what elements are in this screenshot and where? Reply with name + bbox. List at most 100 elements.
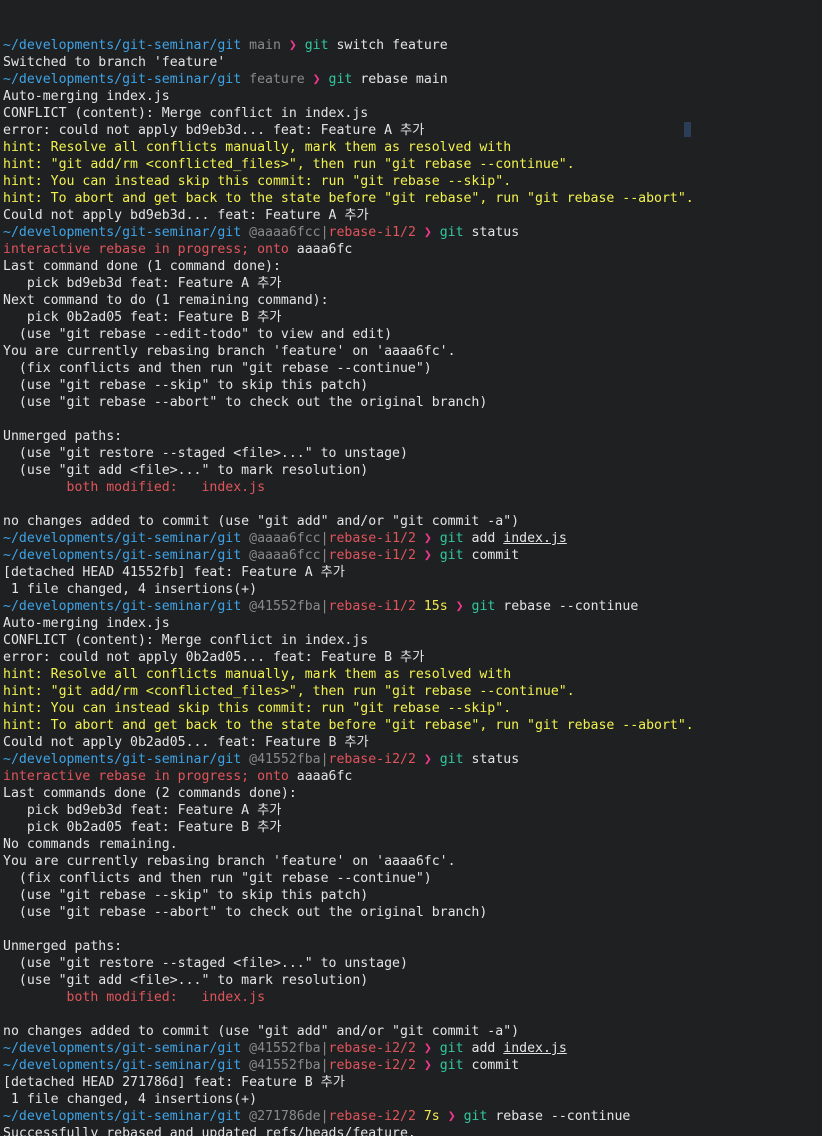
terminal-line: hint: To abort and get back to the state… [3,190,822,207]
terminal-text-segment: hint: "git add/rm <conflicted_files>", t… [3,157,575,172]
terminal-text-segment: | [320,548,329,563]
terminal-text-segment: rebase-i2/2 [328,752,416,767]
terminal-text-segment: ~/developments/git-seminar/git [3,72,242,87]
terminal-text-segment: Switched to branch 'feature' [3,55,226,70]
terminal-text-segment: feature [241,72,313,87]
terminal-text-segment: rebase-i1/2 [328,531,416,546]
terminal-text-segment: rebase-i2/2 [328,1058,416,1073]
terminal-line: You are currently rebasing branch 'featu… [3,343,822,360]
terminal-text-segment: @271786de [241,1109,321,1124]
terminal-line: (fix conflicts and then run "git rebase … [3,360,822,377]
terminal-line: [detached HEAD 41552fb] feat: Feature A … [3,564,822,581]
terminal-line: pick bd9eb3d feat: Feature A 추가 [3,275,822,292]
terminal-text-segment: (use "git add <file>..." to mark resolut… [3,973,369,988]
terminal-text-segment: 7s [423,1109,440,1124]
terminal-line: (use "git add <file>..." to mark resolut… [3,462,822,479]
terminal-text-segment: | [320,531,329,546]
terminal-text-segment: | [320,225,329,240]
terminal-text-segment: hint: You can instead skip this commit: … [3,701,512,716]
terminal-text-segment: @41552fba [241,599,321,614]
terminal-line: ~/developments/git-seminar/git @41552fba… [3,751,822,768]
terminal-line: You are currently rebasing branch 'featu… [3,853,822,870]
terminal-text-segment: (fix conflicts and then run "git rebase … [3,871,432,886]
terminal-line: Auto-merging index.js [3,88,822,105]
terminal-text-segment: commit [463,1058,520,1073]
terminal-text-segment: CONFLICT (content): Merge conflict in in… [3,106,369,121]
terminal-text-segment: aaaa6fc [288,769,353,784]
terminal-text-segment: ❯ [423,548,432,563]
terminal-text-segment: pick bd9eb3d feat: Feature A 추가 [3,276,282,291]
terminal-text-segment: ~/developments/git-seminar/git [3,599,242,614]
terminal-text-segment: commit [463,548,520,563]
terminal-line: (use "git restore --staged <file>..." to… [3,445,822,462]
terminal-text-segment: (use "git restore --staged <file>..." to… [3,956,408,971]
terminal-text-segment: rebase-i2/2 [328,1041,416,1056]
terminal-text-segment: rebase --continue [495,599,639,614]
terminal-text-segment: Could not apply bd9eb3d... feat: Feature… [3,208,369,223]
terminal-text-segment: hint: "git add/rm <conflicted_files>", t… [3,684,575,699]
terminal-line: (use "git rebase --abort" to check out t… [3,394,822,411]
terminal-line: pick 0b2ad05 feat: Feature B 추가 [3,309,822,326]
terminal-text-segment: git [455,1109,488,1124]
terminal-text-segment: ❯ [288,38,297,53]
terminal-text-segment: index.js [503,1041,567,1056]
terminal-line: Last commands done (2 commands done): [3,785,822,802]
terminal-text-segment: ❯ [423,531,432,546]
terminal-text-segment: (use "git rebase --skip" to skip this pa… [3,378,369,393]
terminal-text-segment: @41552fba [241,752,321,767]
terminal-text-segment: Could not apply 0b2ad05... feat: Feature… [3,735,369,750]
terminal-text-segment: switch feature [328,38,448,53]
terminal-line: No commands remaining. [3,836,822,853]
terminal-text-segment: [detached HEAD 41552fb] feat: Feature A … [3,565,345,580]
terminal-line: Successfully rebased and updated refs/he… [3,1125,822,1136]
terminal-line: Unmerged paths: [3,938,822,955]
terminal-text-segment: Last commands done (2 commands done): [3,786,297,801]
terminal-text-segment: both modified: index.js [3,480,266,495]
terminal-line: ~/developments/git-seminar/git @41552fba… [3,1040,822,1057]
terminal-text-segment: status [463,225,520,240]
terminal-text-segment: Auto-merging index.js [3,89,170,104]
terminal-line: hint: You can instead skip this commit: … [3,700,822,717]
terminal-line: ~/developments/git-seminar/git @aaaa6fcc… [3,224,822,241]
terminal-line: Unmerged paths: [3,428,822,445]
terminal-line: hint: Resolve all conflicts manually, ma… [3,666,822,683]
terminal-text-segment: ~/developments/git-seminar/git [3,225,242,240]
terminal-line: ~/developments/git-seminar/git @41552fba… [3,1057,822,1074]
terminal-text-segment: git [431,531,464,546]
terminal-text-segment: ❯ [455,599,464,614]
terminal-line: Next command to do (1 remaining command)… [3,292,822,309]
terminal-text-segment: | [320,1109,329,1124]
terminal-line: interactive rebase in progress; onto aaa… [3,768,822,785]
terminal-text-segment: ~/developments/git-seminar/git [3,1041,242,1056]
terminal-text-segment: rebase-i1/2 [328,548,416,563]
terminal-line: 1 file changed, 4 insertions(+) [3,1091,822,1108]
terminal-text-segment: No commands remaining. [3,837,178,852]
terminal-text-segment: 1 file changed, 4 insertions(+) [3,1092,258,1107]
terminal-text-segment: aaaa6fc [288,242,353,257]
terminal-text-segment: ❯ [447,1109,456,1124]
terminal-text-segment: ❯ [423,1058,432,1073]
terminal-line: (use "git rebase --skip" to skip this pa… [3,887,822,904]
terminal-text-segment: rebase-i1/2 [328,225,416,240]
terminal-text-segment: (use "git rebase --abort" to check out t… [3,905,488,920]
terminal-text-segment: @aaaa6fcc [241,531,321,546]
terminal-line: (use "git rebase --abort" to check out t… [3,904,822,921]
terminal-text-segment: index.js [503,531,567,546]
terminal-line: no changes added to commit (use "git add… [3,513,822,530]
terminal-line: both modified: index.js [3,479,822,496]
terminal-window[interactable]: ~/developments/git-seminar/git main ❯ gi… [0,0,822,1136]
terminal-line: pick bd9eb3d feat: Feature A 추가 [3,802,822,819]
terminal-text-segment: (use "git rebase --abort" to check out t… [3,395,488,410]
terminal-text-segment: @aaaa6fcc [241,548,321,563]
terminal-line: hint: "git add/rm <conflicted_files>", t… [3,156,822,173]
terminal-line: ~/developments/git-seminar/git @aaaa6fcc… [3,547,822,564]
terminal-line: ~/developments/git-seminar/git @271786de… [3,1108,822,1125]
terminal-text-segment: add [463,1041,504,1056]
terminal-line: (use "git rebase --skip" to skip this pa… [3,377,822,394]
terminal-text-segment: Unmerged paths: [3,939,123,954]
